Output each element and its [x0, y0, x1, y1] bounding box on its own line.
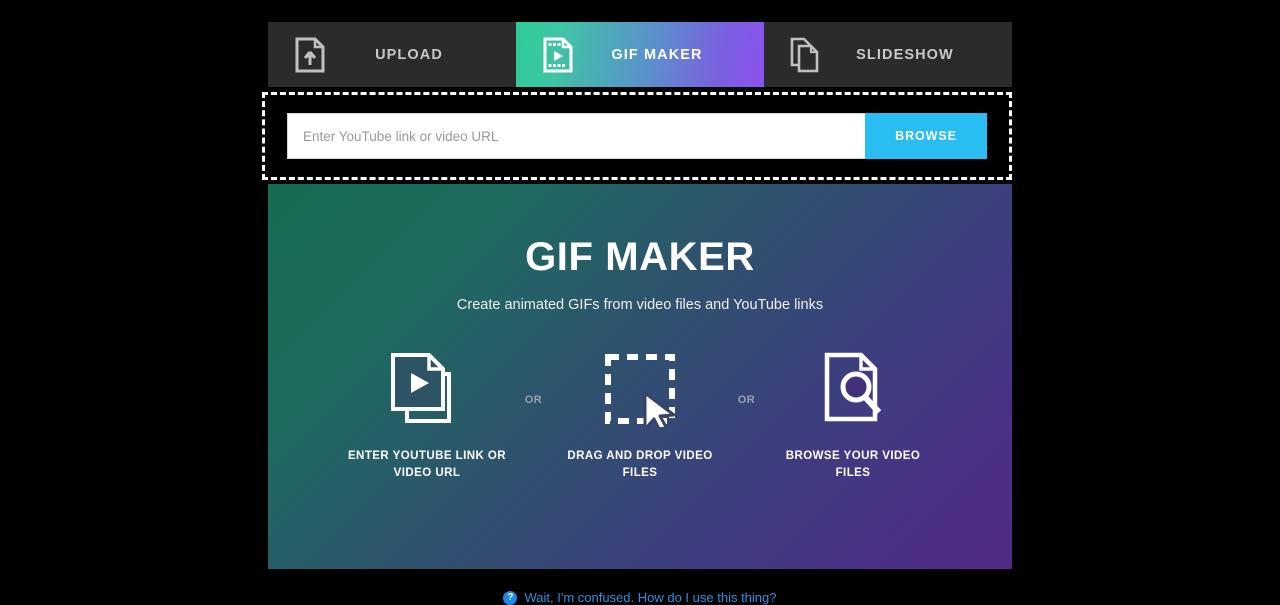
video-play-stack-icon	[387, 348, 467, 428]
content-column: UPLOAD GIF MAKER SLIDESHOW Enter YouTube…	[262, 22, 1012, 569]
option-drag-drop[interactable]: DRAG AND DROP VIDEO FILES	[553, 348, 728, 481]
help-row[interactable]: ? Wait, I'm confused. How do I use this …	[0, 590, 1280, 605]
app-root: UPLOAD GIF MAKER SLIDESHOW Enter YouTube…	[0, 0, 1280, 605]
option-enter-url[interactable]: ENTER YOUTUBE LINK OR VIDEO URL	[340, 348, 515, 481]
document-upload-icon	[288, 37, 332, 73]
tab-bar: UPLOAD GIF MAKER SLIDESHOW	[268, 22, 1012, 87]
option-drag-drop-label: DRAG AND DROP VIDEO FILES	[567, 450, 713, 479]
stacked-documents-icon	[784, 37, 828, 73]
or-separator-1: OR	[524, 394, 543, 406]
url-dropzone[interactable]: BROWSE	[262, 92, 1012, 180]
help-link[interactable]: Wait, I'm confused. How do I use this th…	[524, 590, 776, 605]
page-subtitle: Create animated GIFs from video files an…	[456, 297, 824, 313]
question-mark-icon: ?	[503, 590, 518, 605]
page-title: GIF MAKER	[525, 235, 755, 279]
url-row: BROWSE	[287, 113, 987, 159]
tab-gif-maker-label: GIF MAKER	[611, 46, 703, 63]
option-enter-url-label: ENTER YOUTUBE LINK OR VIDEO URL	[347, 450, 507, 479]
tab-slideshow-label: SLIDESHOW	[856, 46, 954, 63]
tab-slideshow[interactable]: SLIDESHOW	[764, 22, 1012, 87]
tab-gif-maker[interactable]: GIF MAKER	[516, 22, 764, 87]
drag-drop-cursor-icon	[600, 348, 680, 428]
or-separator-2: OR	[737, 394, 756, 406]
options-row: ENTER YOUTUBE LINK OR VIDEO URL OR DRAG …	[268, 348, 1012, 481]
document-search-icon	[813, 348, 893, 428]
video-url-input[interactable]	[287, 113, 865, 159]
browse-button[interactable]: BROWSE	[865, 113, 987, 159]
option-browse-files-label: BROWSE YOUR VIDEO FILES	[785, 450, 921, 479]
option-browse-files[interactable]: BROWSE YOUR VIDEO FILES	[766, 348, 941, 481]
film-document-icon	[536, 37, 580, 73]
hero-panel: GIF MAKER Create animated GIFs from vide…	[268, 184, 1012, 569]
tab-upload[interactable]: UPLOAD	[268, 22, 516, 87]
tab-upload-label: UPLOAD	[375, 46, 443, 63]
